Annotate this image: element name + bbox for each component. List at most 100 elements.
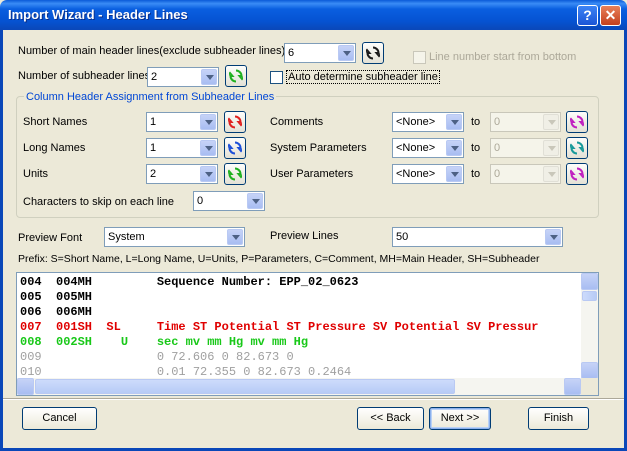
preview-line: 005 005MH (20, 290, 93, 304)
chevron-down-icon[interactable] (200, 140, 216, 156)
chevron-down-icon[interactable] (543, 166, 559, 182)
chevron-down-icon[interactable] (247, 193, 263, 209)
system-parameters-value: <None> (396, 142, 436, 154)
scroll-right-button[interactable] (564, 378, 581, 395)
scroll-down-button[interactable] (581, 362, 598, 379)
comments-to-select[interactable]: 0 (490, 112, 561, 132)
chevron-down-icon[interactable] (338, 45, 354, 61)
chevron-down-icon[interactable] (201, 69, 217, 85)
user-parameters-label: User Parameters (270, 168, 354, 180)
main-header-lines-label: Number of main header lines(exclude subh… (18, 45, 286, 57)
scroll-corner (581, 378, 598, 395)
scroll-up-button[interactable] (581, 273, 598, 290)
main-header-lines-select[interactable]: 6 (284, 43, 356, 63)
refresh-icon (366, 46, 380, 60)
horizontal-scrollbar[interactable] (17, 378, 581, 395)
title-bar: Import Wizard - Header Lines ? ✕ (0, 0, 627, 30)
preview-font-value: System (108, 231, 145, 243)
preview-line: 004 004MH Sequence Number: EPP_02_0623 (20, 275, 359, 289)
comments-to-value: 0 (494, 116, 501, 128)
subheader-lines-value: 2 (151, 71, 158, 83)
horizontal-scroll-thumb[interactable] (35, 379, 455, 394)
footer-separator (3, 398, 624, 400)
prefix-legend: Prefix: S=Short Name, L=Long Name, U=Uni… (18, 253, 540, 265)
user-to-value: 0 (494, 168, 501, 180)
units-refresh-button[interactable] (224, 163, 246, 185)
chevron-down-icon[interactable] (200, 114, 216, 130)
user-parameters-refresh-button[interactable] (566, 163, 588, 185)
units-value: 2 (150, 168, 157, 180)
preview-line: 007 001SH SL Time ST Potential ST Pressu… (20, 320, 539, 334)
comments-to-label: to (471, 116, 481, 128)
short-names-refresh-button[interactable] (224, 111, 246, 133)
close-button[interactable]: ✕ (600, 5, 621, 26)
comments-select[interactable]: <None> (392, 112, 464, 132)
line-number-bottom-checkbox[interactable] (413, 51, 426, 64)
chevron-down-icon[interactable] (446, 166, 462, 182)
units-select[interactable]: 2 (146, 164, 218, 184)
preview-lines-label: Preview Lines (270, 230, 339, 242)
scroll-left-button[interactable] (17, 378, 34, 395)
user-to-label: to (471, 168, 481, 180)
long-names-value: 1 (150, 142, 157, 154)
group-title: Column Header Assignment from Subheader … (24, 91, 277, 103)
comments-refresh-button[interactable] (566, 111, 588, 133)
comments-value: <None> (396, 116, 436, 128)
long-names-select[interactable]: 1 (146, 138, 218, 158)
line-number-bottom-label: Line number start from bottom (429, 51, 577, 63)
chevron-down-icon[interactable] (227, 229, 243, 245)
preview-line: 008 002SH U sec mv mm Hg mv mm Hg (20, 335, 309, 349)
preview-lines-select[interactable]: 50 (392, 227, 563, 247)
refresh-icon (570, 115, 584, 129)
system-parameters-label: System Parameters (270, 142, 367, 154)
main-header-lines-value: 6 (288, 47, 295, 59)
units-label: Units (23, 168, 49, 180)
skip-characters-select[interactable]: 0 (193, 191, 265, 211)
system-parameters-refresh-button[interactable] (566, 137, 588, 159)
short-names-label: Short Names (23, 116, 88, 128)
comments-label: Comments (270, 116, 324, 128)
preview-lines-value: 50 (396, 231, 409, 243)
vertical-scroll-thumb[interactable] (582, 291, 597, 301)
chevron-down-icon[interactable] (545, 229, 561, 245)
user-parameters-value: <None> (396, 168, 436, 180)
chevron-down-icon[interactable] (543, 114, 559, 130)
refresh-icon (570, 141, 584, 155)
subheader-refresh-button[interactable] (225, 65, 247, 87)
refresh-icon (228, 141, 242, 155)
user-parameters-select[interactable]: <None> (392, 164, 464, 184)
chevron-down-icon[interactable] (543, 140, 559, 156)
refresh-icon (229, 69, 243, 83)
long-names-refresh-button[interactable] (224, 137, 246, 159)
help-button[interactable]: ? (577, 5, 598, 26)
preview-font-select[interactable]: System (104, 227, 245, 247)
vertical-scrollbar[interactable] (581, 273, 598, 379)
skip-characters-label: Characters to skip on each line (23, 196, 175, 208)
short-names-value: 1 (150, 116, 157, 128)
preview-font-label: Preview Font (18, 232, 83, 244)
preview-line: 006 006MH (20, 305, 93, 319)
system-to-select[interactable]: 0 (490, 138, 561, 158)
subheader-lines-select[interactable]: 2 (147, 67, 219, 87)
cancel-button[interactable]: Cancel (22, 407, 97, 430)
next-button[interactable]: Next >> (429, 407, 491, 430)
auto-determine-checkbox[interactable] (270, 71, 283, 84)
refresh-icon (228, 167, 242, 181)
system-parameters-select[interactable]: <None> (392, 138, 464, 158)
back-button[interactable]: << Back (357, 407, 424, 430)
system-to-value: 0 (494, 142, 501, 154)
chevron-down-icon[interactable] (200, 166, 216, 182)
preview-line: 009 0 72.606 0 82.673 0 (20, 350, 294, 364)
long-names-label: Long Names (23, 142, 86, 154)
system-to-label: to (471, 142, 481, 154)
chevron-down-icon[interactable] (446, 140, 462, 156)
short-names-select[interactable]: 1 (146, 112, 218, 132)
user-to-select[interactable]: 0 (490, 164, 561, 184)
main-header-refresh-button[interactable] (362, 42, 384, 64)
subheader-lines-label: Number of subheader lines (18, 70, 151, 82)
chevron-down-icon[interactable] (446, 114, 462, 130)
finish-button[interactable]: Finish (528, 407, 589, 430)
preview-pane[interactable]: 004 004MH Sequence Number: EPP_02_0623 00… (16, 272, 599, 396)
refresh-icon (570, 167, 584, 181)
refresh-icon (228, 115, 242, 129)
